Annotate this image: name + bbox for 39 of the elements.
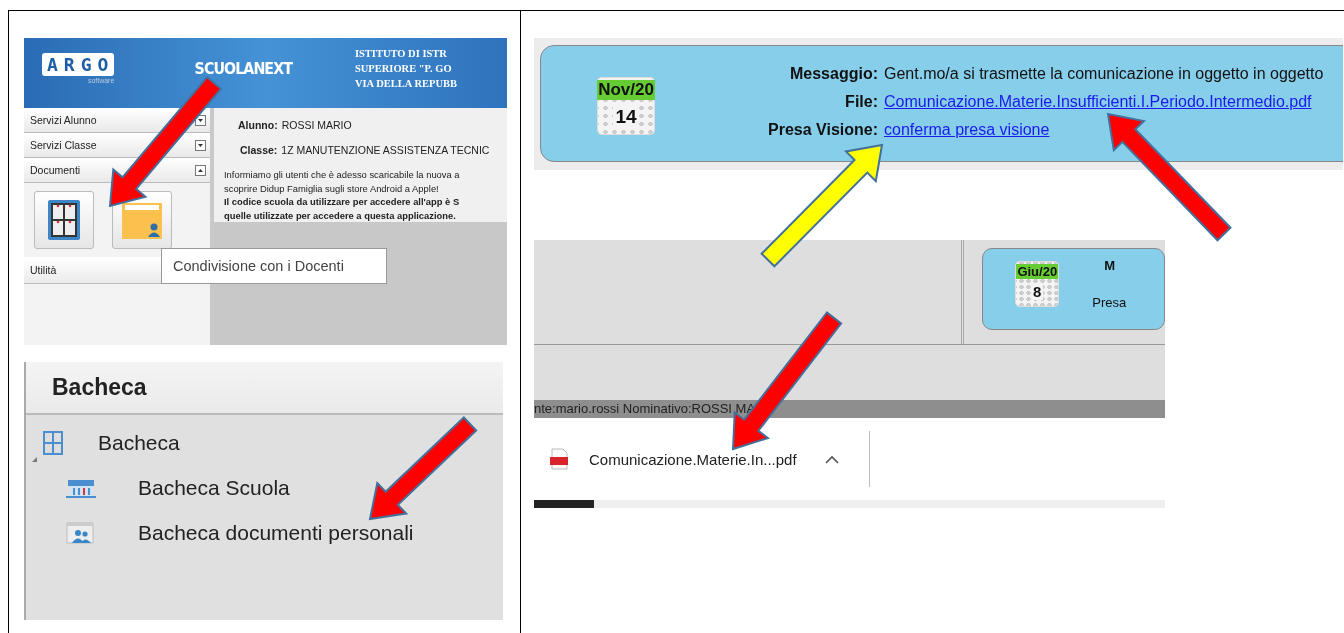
caret-up-icon	[824, 454, 839, 464]
tooltip: Condivisione con i Docenti	[161, 248, 387, 284]
grid-icon	[48, 200, 80, 240]
confirm-link[interactable]: conferma presa visione	[884, 119, 1324, 141]
file-link[interactable]: Comunicazione.Materie.Insufficienti.I.Periodo.Intermedio.pdf	[884, 91, 1324, 113]
brand-name: SCUOLANEXT	[194, 60, 293, 78]
field-label: Presa Visione:	[767, 121, 878, 139]
date-month: Nov/20	[597, 80, 655, 100]
expand-button[interactable]	[824, 454, 839, 464]
date-day: 8	[1031, 283, 1044, 300]
tree-item[interactable]: Bacheca documenti personali	[26, 510, 503, 555]
field-value: ROSSI MARIO	[281, 118, 352, 131]
school-name-line: VIA DELLA REPUBB	[354, 77, 457, 91]
field-value: 1Z MANUTENZIONE ASSISTENZA TECNIC	[281, 143, 490, 156]
grid-icon	[42, 430, 64, 456]
school-name-line: ISTITUTO DI ISTR	[354, 47, 448, 61]
field-label: File:	[844, 93, 878, 111]
tree-item[interactable]: Bacheca	[26, 421, 503, 465]
field-label: Messaggio:	[789, 65, 878, 83]
notice-text: quelle utilizzate per accedere a questa applicazione.	[224, 208, 457, 222]
tree-item[interactable]: Bacheca Scuola	[26, 465, 503, 510]
date-month: Giu/20	[1016, 264, 1059, 279]
notice-text: scoprire Didup Famiglia sugli store Android a Apple!	[224, 181, 440, 195]
message-text: Gent.mo/a si trasmette la comunicazione in oggetto in oggetto	[884, 64, 1324, 84]
school-name-line: SUPERIORE "P. GO	[354, 62, 453, 76]
field-label: Alunno:	[238, 118, 278, 131]
field-label: Presa	[1092, 295, 1127, 310]
download-file-name[interactable]: Comunicazione.Materie.In...pdf	[589, 450, 797, 468]
field-label: Classe:	[240, 143, 278, 156]
notice-text: Informiamo gli utenti che è adesso scaricabile la nuova a	[224, 168, 461, 182]
notice-text: Il codice scuola da utilizzare per accedere all'app è S	[224, 195, 461, 209]
logo-text: ARGO	[42, 53, 115, 76]
folder-person-icon	[122, 201, 162, 239]
people-icon	[66, 521, 96, 544]
date-day: 14	[613, 106, 639, 128]
pdf-file-icon	[549, 448, 569, 470]
panel-title: Bacheca	[26, 362, 503, 415]
field-label: M	[1104, 258, 1117, 273]
board-tile-button[interactable]	[34, 191, 94, 249]
